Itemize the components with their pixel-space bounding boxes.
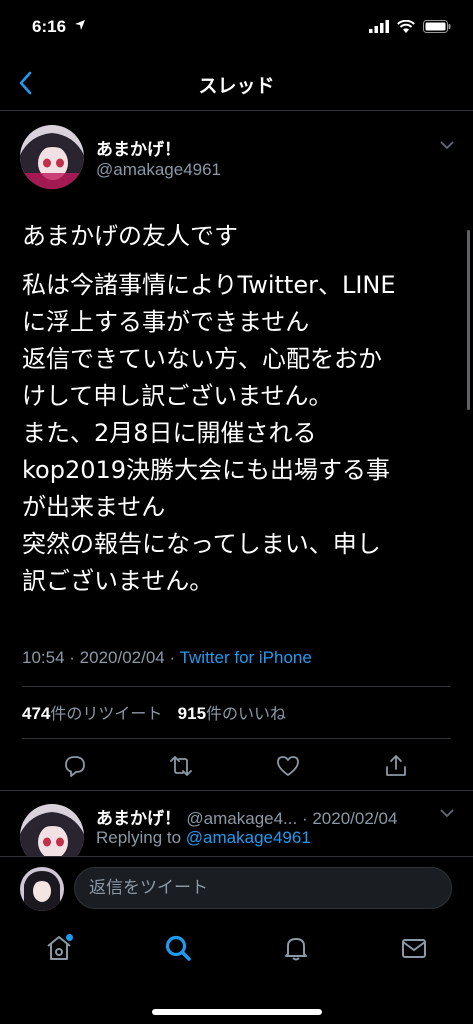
tweet-time: 10:54 (22, 648, 65, 667)
battery-icon (423, 20, 451, 33)
status-bar: 6:16 (0, 0, 473, 54)
tweet-line: 突然の報告になってしまい、申し (22, 530, 381, 558)
tweet-line: また、2月8日に開催される (22, 419, 317, 447)
reply-author-name: あまかげ！ (96, 809, 181, 829)
tweet-line: kop2019決勝大会にも出場する事 (22, 456, 391, 484)
nav-bar: スレッド (0, 56, 473, 111)
chevron-down-icon[interactable] (439, 140, 455, 150)
scrollbar[interactable] (467, 230, 470, 410)
avatar[interactable] (20, 804, 84, 856)
search-icon[interactable] (162, 932, 194, 964)
replying-to: Replying to @amakage4961 (96, 828, 311, 847)
page-title: スレッド (198, 75, 275, 97)
tweet-line: 私は今諸事情によりTwitter、LINE (22, 271, 396, 299)
tweet-stats: 474件のリツイート 915件のいいね (22, 700, 286, 724)
heart-icon[interactable] (274, 752, 302, 780)
share-icon[interactable] (382, 752, 410, 780)
mail-icon[interactable] (398, 932, 430, 964)
reply-handle-date: @amakage4... · 2020/02/04 (186, 809, 398, 828)
tweet-line: 返信できていない方、心配をおか (22, 345, 382, 373)
retweet-icon[interactable] (167, 752, 195, 780)
meta-separator: · (64, 648, 80, 667)
tweet-line: あまかげの友人です (22, 222, 238, 250)
divider (0, 790, 473, 791)
author-handle[interactable]: @amakage4961 (96, 160, 221, 180)
tweet-source-link[interactable]: Twitter for iPhone (180, 648, 312, 667)
mention-link[interactable]: @amakage4961 (186, 828, 311, 847)
signal-icon (369, 20, 389, 33)
comment-icon[interactable] (61, 752, 89, 780)
home-indicator[interactable] (152, 1009, 322, 1015)
wifi-icon (397, 20, 415, 33)
bell-icon[interactable] (280, 932, 312, 964)
tweet-line: 訳ございません。 (22, 567, 214, 595)
avatar[interactable] (20, 125, 84, 189)
tweet-line: が出来ません (22, 493, 166, 521)
tweet-meta: 10:54 · 2020/02/04 · Twitter for iPhone (22, 648, 312, 668)
tweet-line: けして申し訳ございません。 (22, 382, 333, 410)
status-indicators (369, 20, 451, 33)
like-count-link[interactable]: 915件のいいね (178, 704, 286, 723)
tweet-date: 2020/02/04 (79, 648, 165, 667)
status-time: 6:16 (32, 17, 67, 36)
retweet-count-link[interactable]: 474件のリツイート (22, 704, 162, 723)
reply-header: あまかげ！ @amakage4... · 2020/02/04 (96, 804, 397, 829)
tweet-header: あまかげ！ @amakage4961 (0, 120, 473, 200)
tweet-actions (0, 744, 473, 788)
tab-bar (0, 922, 473, 982)
chevron-down-icon[interactable] (439, 808, 455, 818)
tweet-text: あまかげの友人です 私は今諸事情によりTwitter、LINE に浮上する事がで… (22, 218, 462, 600)
reply-tweet[interactable]: あまかげ！ @amakage4... · 2020/02/04 Replying… (0, 796, 473, 856)
avatar[interactable] (20, 867, 64, 911)
author-name[interactable]: あまかげ！ (96, 135, 181, 160)
divider (22, 686, 451, 687)
reply-composer: 返信をツイート (0, 856, 473, 921)
reply-input[interactable]: 返信をツイート (74, 867, 452, 909)
divider (22, 738, 451, 739)
notification-dot (66, 934, 73, 941)
tweet-line: に浮上する事ができません (22, 308, 310, 336)
meta-separator: · (164, 648, 180, 667)
location-arrow-icon (75, 20, 85, 30)
